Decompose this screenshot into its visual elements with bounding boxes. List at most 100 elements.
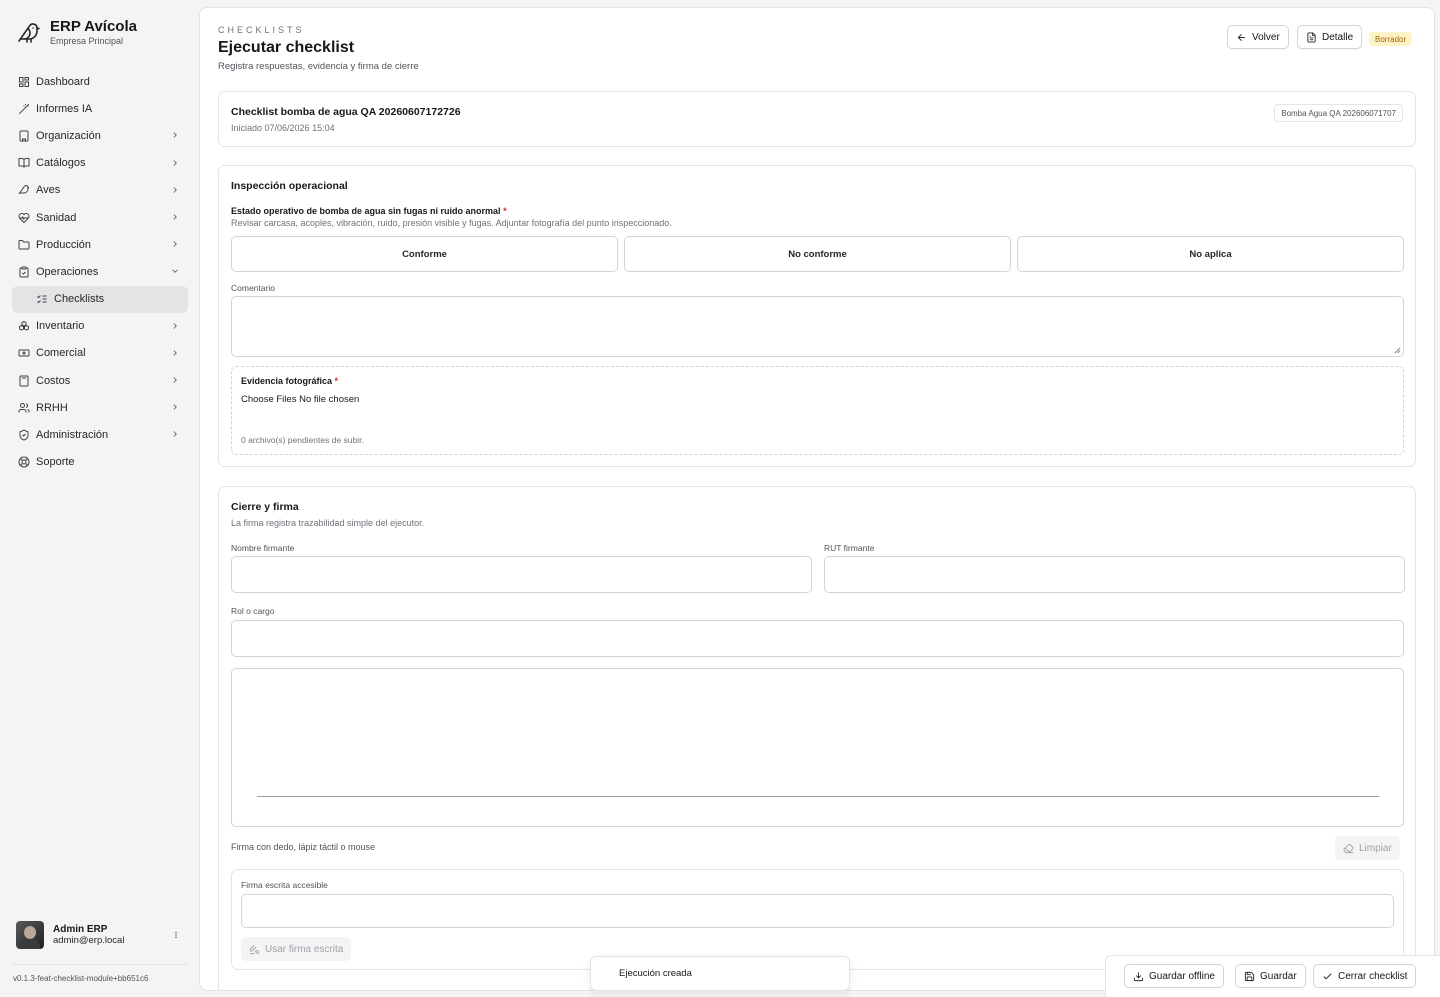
signer-role-input[interactable]	[231, 620, 1404, 657]
clipboard-icon	[18, 266, 30, 278]
sidebar-item-produccion[interactable]: Producción	[12, 231, 188, 258]
close-checklist-button[interactable]: Cerrar checklist	[1313, 964, 1417, 988]
asset-tag: Bomba Agua QA 202606071707	[1274, 104, 1403, 122]
chevron-right-icon	[173, 214, 177, 220]
comment-textarea[interactable]	[231, 296, 1404, 357]
user-profile[interactable]: Admin ERP admin@erp.local	[16, 921, 186, 949]
signer-name-input[interactable]	[231, 556, 812, 593]
chevron-right-icon	[173, 241, 177, 247]
sidebar-item-organizacion[interactable]: Organización	[12, 122, 188, 149]
status-badge: Borrador	[1369, 32, 1413, 46]
page-subtitle: Registra respuestas, evidencia y firma d…	[218, 61, 419, 72]
file-status: No file chosen	[299, 394, 360, 405]
choose-files-button[interactable]: Choose Files	[241, 394, 296, 405]
inspection-card: Inspección operacional Estado operativo …	[218, 165, 1416, 467]
sidebar-item-label: Sanidad	[36, 211, 77, 224]
page-eyebrow: CHECKLISTS	[218, 25, 305, 35]
checklist-started: Iniciado 07/06/2026 15:04	[231, 123, 335, 133]
user-name: Admin ERP	[53, 924, 108, 935]
page-title: Ejecutar checklist	[218, 39, 355, 56]
required-mark: *	[334, 376, 339, 386]
question-hint: Revisar carcasa, acoples, vibración, rui…	[231, 218, 672, 228]
signer-rut-label: RUT firmante	[824, 543, 875, 553]
written-signature-input[interactable]	[241, 894, 1394, 928]
save-icon	[1244, 971, 1255, 981]
file-input[interactable]: Choose Files No file chosen	[241, 394, 359, 405]
sidebar-item-inventario[interactable]: Inventario	[12, 313, 188, 340]
brand[interactable]: ERP Avícola Empresa Principal	[16, 18, 137, 47]
clear-signature-button[interactable]: Limpiar	[1335, 836, 1400, 860]
sidebar-item-catalogos[interactable]: Catálogos	[12, 150, 188, 177]
sidebar-item-operaciones[interactable]: Operaciones	[12, 258, 188, 285]
signer-rut-input[interactable]	[824, 556, 1405, 593]
check-icon	[1323, 972, 1332, 979]
option-no-aplica-button[interactable]: No aplica	[1017, 236, 1404, 272]
checklist-summary-card: Checklist bomba de agua QA 2026060717272…	[218, 91, 1416, 147]
sidebar-item-label: Administración	[36, 429, 109, 442]
use-written-signature-button[interactable]: Usar firma escrita	[241, 937, 352, 961]
save-label: Guardar	[1260, 970, 1297, 982]
arrow-left-icon	[1237, 33, 1245, 41]
sidebar-item-costos[interactable]: Costos	[12, 367, 188, 394]
sidebar-item-label: Costos	[36, 374, 71, 387]
bird-icon	[18, 184, 30, 196]
company-name: Empresa Principal	[50, 36, 124, 46]
chevron-right-icon	[173, 322, 177, 329]
toast-notification: Ejecución creada	[590, 956, 850, 991]
calculator-icon	[18, 375, 30, 387]
sidebar: ERP Avícola Empresa Principal Dashboard …	[0, 0, 199, 997]
save-offline-label: Guardar offline	[1149, 970, 1215, 982]
sidebar-item-administracion[interactable]: Administración	[12, 421, 188, 448]
pending-files-text: 0 archivo(s) pendientes de subir.	[241, 435, 364, 445]
signature-pad-hint: Firma con dedo, lápiz táctil o mouse	[231, 842, 376, 852]
app-title: ERP Avícola	[50, 18, 137, 35]
evidence-dropzone[interactable]: Evidencia fotográfica * Choose Files No …	[231, 366, 1404, 455]
clear-signature-label: Limpiar	[1359, 842, 1392, 854]
signature-icon	[249, 944, 260, 954]
sidebar-item-label: Producción	[36, 238, 92, 251]
sidebar-item-soporte[interactable]: Soporte	[12, 449, 188, 476]
sidebar-item-informes-ia[interactable]: Informes IA	[12, 95, 188, 122]
wand-icon	[18, 103, 30, 115]
signature-pad[interactable]	[231, 668, 1404, 827]
list-checks-icon	[36, 293, 48, 305]
sidebar-item-label: Soporte	[36, 456, 75, 469]
sidebar-item-aves[interactable]: Aves	[12, 177, 188, 204]
written-signature-label: Firma escrita accesible	[241, 880, 328, 890]
book-icon	[18, 157, 30, 169]
boxes-icon	[18, 320, 30, 332]
more-vertical-icon[interactable]	[172, 929, 180, 941]
chevron-right-icon	[173, 431, 177, 438]
heart-pulse-icon	[18, 212, 30, 224]
sidebar-item-sanidad[interactable]: Sanidad	[12, 204, 188, 231]
signature-baseline	[257, 796, 1379, 797]
sidebar-item-label: Aves	[36, 184, 61, 197]
eraser-icon	[1343, 843, 1354, 853]
option-no-conforme-button[interactable]: No conforme	[624, 236, 1011, 272]
comment-label: Comentario	[231, 283, 275, 293]
sidebar-item-comercial[interactable]: Comercial	[12, 340, 188, 367]
required-mark: *	[503, 206, 507, 216]
folder-icon	[18, 239, 30, 251]
back-button[interactable]: Volver	[1227, 25, 1289, 49]
question-text: Estado operativo de bomba de agua sin fu…	[231, 206, 501, 216]
chevron-right-icon	[173, 186, 177, 193]
lifebuoy-icon	[18, 456, 30, 468]
chevron-down-icon	[172, 269, 178, 274]
download-icon	[1133, 971, 1144, 981]
chevron-right-icon	[173, 350, 177, 356]
detail-button[interactable]: Detalle	[1297, 25, 1363, 49]
sidebar-item-dashboard[interactable]: Dashboard	[12, 68, 188, 95]
resize-grip-icon[interactable]	[1394, 347, 1401, 354]
users-icon	[18, 402, 30, 414]
sidebar-item-label: Dashboard	[36, 75, 90, 88]
sidebar-item-checklists[interactable]: Checklists	[12, 285, 188, 313]
save-offline-button[interactable]: Guardar offline	[1124, 964, 1224, 988]
main-content: CHECKLISTS Ejecutar checklist Registra r…	[199, 7, 1435, 991]
inspection-title: Inspección operacional	[231, 180, 348, 192]
user-email: admin@erp.local	[53, 935, 125, 946]
option-conforme-button[interactable]: Conforme	[231, 236, 618, 272]
save-button[interactable]: Guardar	[1235, 964, 1306, 988]
sidebar-item-rrhh[interactable]: RRHH	[12, 394, 188, 421]
sidebar-item-label: Catálogos	[36, 157, 86, 170]
